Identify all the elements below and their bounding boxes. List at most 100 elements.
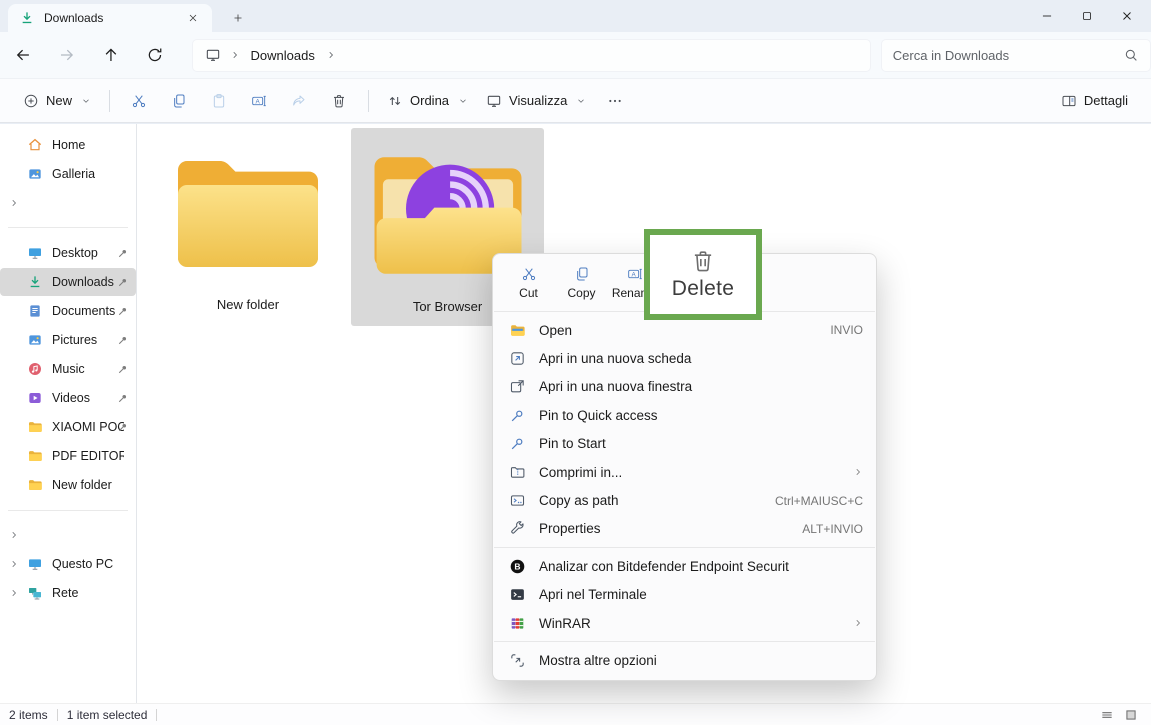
chevron-right-icon[interactable] — [9, 559, 19, 569]
close-button[interactable] — [1107, 0, 1147, 32]
zip-folder-icon — [509, 464, 526, 481]
sidebar-item-pictures[interactable]: Pictures — [0, 326, 136, 354]
menu-item-pin-to-start[interactable]: Pin to Start — [493, 430, 876, 458]
sidebar-item-label: Desktop — [52, 246, 98, 260]
sidebar-item-label: New folder — [52, 478, 112, 492]
sidebar-item-label: Music — [52, 362, 85, 376]
bitdefender-icon — [509, 558, 526, 575]
maximize-button[interactable] — [1067, 0, 1107, 32]
details-button-label: Dettagli — [1084, 93, 1128, 108]
tab-close-button[interactable] — [182, 7, 204, 29]
menu-item-show-more-options[interactable]: Mostra altre opzioni — [493, 646, 876, 674]
sidebar-item-gallery[interactable]: Galleria — [0, 160, 136, 188]
trash-icon — [331, 93, 347, 109]
pictures-icon — [27, 332, 43, 348]
rename-button[interactable] — [239, 85, 279, 117]
menu-item-label: Pin to Start — [539, 436, 863, 451]
sidebar-item-xiaomi-poco[interactable]: XIAOMI POCO F — [0, 413, 136, 441]
downloads-tab-icon — [19, 10, 35, 26]
quick-cut-button[interactable]: Cut — [502, 259, 555, 307]
toolbar-divider — [109, 90, 110, 112]
sidebar-item-home[interactable]: Home — [0, 131, 136, 159]
menu-item-open-new-tab[interactable]: Apri in una nuova scheda — [493, 344, 876, 372]
share-button[interactable] — [279, 85, 319, 117]
menu-item-label: Analizar con Bitdefender Endpoint Securi… — [539, 559, 863, 574]
sidebar-item-pdf-editor[interactable]: PDF EDITOR — [0, 442, 136, 470]
items-count: 2 items — [9, 708, 48, 722]
sidebar-item-downloads[interactable]: Downloads — [0, 268, 136, 296]
sidebar-item-label: Questo PC — [52, 557, 113, 571]
terminal-icon — [509, 586, 526, 603]
show-more-icon — [509, 652, 526, 669]
menu-item-winrar[interactable]: WinRAR — [493, 609, 876, 637]
sidebar-item-new-folder[interactable]: New folder — [0, 471, 136, 499]
sidebar-item-documents[interactable]: Documents — [0, 297, 136, 325]
folder-icon — [27, 448, 43, 464]
home-icon — [27, 137, 43, 153]
back-button[interactable] — [14, 46, 32, 64]
menu-item-properties[interactable]: Properties ALT+INVIO — [493, 515, 876, 543]
new-tab-button[interactable] — [226, 7, 250, 29]
new-button[interactable]: New — [14, 87, 100, 115]
sidebar-item-network[interactable]: Rete — [0, 579, 136, 607]
paste-button[interactable] — [199, 85, 239, 117]
pin-icon — [509, 407, 526, 424]
search-input[interactable] — [893, 48, 1123, 63]
copy-icon — [574, 266, 590, 282]
menu-item-compress[interactable]: Comprimi in... — [493, 458, 876, 486]
chevron-right-icon — [9, 530, 19, 540]
view-button-label: Visualizza — [509, 93, 567, 108]
address-bar[interactable]: Downloads — [192, 39, 871, 72]
search-box[interactable] — [881, 39, 1151, 72]
sidebar-item-videos[interactable]: Videos — [0, 384, 136, 412]
sidebar-item-music[interactable]: Music — [0, 355, 136, 383]
large-icons-view-icon[interactable] — [1124, 708, 1138, 722]
status-divider — [156, 709, 157, 721]
sidebar-item-label: Downloads — [52, 275, 114, 289]
refresh-button[interactable] — [146, 46, 164, 64]
titlebar: Downloads — [0, 0, 1151, 32]
sidebar-expander[interactable] — [0, 190, 136, 216]
menu-item-pin-quick-access[interactable]: Pin to Quick access — [493, 401, 876, 429]
delete-button[interactable] — [319, 85, 359, 117]
explorer-tab[interactable]: Downloads — [8, 4, 212, 32]
pin-icon — [117, 363, 129, 375]
forward-button[interactable] — [58, 46, 76, 64]
cut-button[interactable] — [119, 85, 159, 117]
chevron-right-icon[interactable] — [9, 588, 19, 598]
more-options-button[interactable] — [595, 85, 635, 117]
details-pane-button[interactable]: Dettagli — [1052, 87, 1137, 115]
delete-annotation-label: Delete — [672, 277, 735, 301]
sort-button[interactable]: Ordina — [378, 87, 477, 115]
menu-item-open-terminal[interactable]: Apri nel Terminale — [493, 581, 876, 609]
open-new-tab-icon — [509, 350, 526, 367]
view-button[interactable]: Visualizza — [477, 87, 595, 115]
chevron-right-icon — [9, 198, 19, 208]
up-button[interactable] — [102, 46, 120, 64]
app-body: Home Galleria Desktop Downloads Document… — [0, 124, 1151, 703]
file-tile-new-folder[interactable]: New folder — [157, 128, 339, 326]
menu-item-label: Comprimi in... — [539, 465, 845, 480]
delete-annotation-box[interactable]: Delete — [644, 229, 762, 320]
plus-circle-icon — [23, 93, 39, 109]
menu-item-open[interactable]: Open INVIO — [493, 316, 876, 344]
sidebar-expander[interactable] — [0, 522, 136, 548]
menu-item-open-new-window[interactable]: Apri in una nuova finestra — [493, 373, 876, 401]
sidebar-item-desktop[interactable]: Desktop — [0, 239, 136, 267]
minimize-button[interactable] — [1027, 0, 1067, 32]
menu-item-label: Mostra altre opzioni — [539, 653, 863, 668]
chevron-down-icon — [81, 96, 91, 106]
menu-item-label: Apri in una nuova finestra — [539, 379, 863, 394]
rename-icon — [251, 93, 267, 109]
this-pc-icon — [27, 556, 43, 572]
breadcrumb-downloads[interactable]: Downloads — [249, 46, 317, 65]
file-list-area: New folder Tor Browser — [137, 124, 1151, 703]
menu-item-copy-as-path[interactable]: Copy as path Ctrl+MAIUSC+C — [493, 486, 876, 514]
menu-item-bitdefender-scan[interactable]: Analizar con Bitdefender Endpoint Securi… — [493, 552, 876, 580]
sidebar-item-this-pc[interactable]: Questo PC — [0, 550, 136, 578]
winrar-icon — [509, 615, 526, 632]
copy-button[interactable] — [159, 85, 199, 117]
quick-copy-button[interactable]: Copy — [555, 259, 608, 307]
documents-icon — [27, 303, 43, 319]
list-view-icon[interactable] — [1100, 708, 1114, 722]
